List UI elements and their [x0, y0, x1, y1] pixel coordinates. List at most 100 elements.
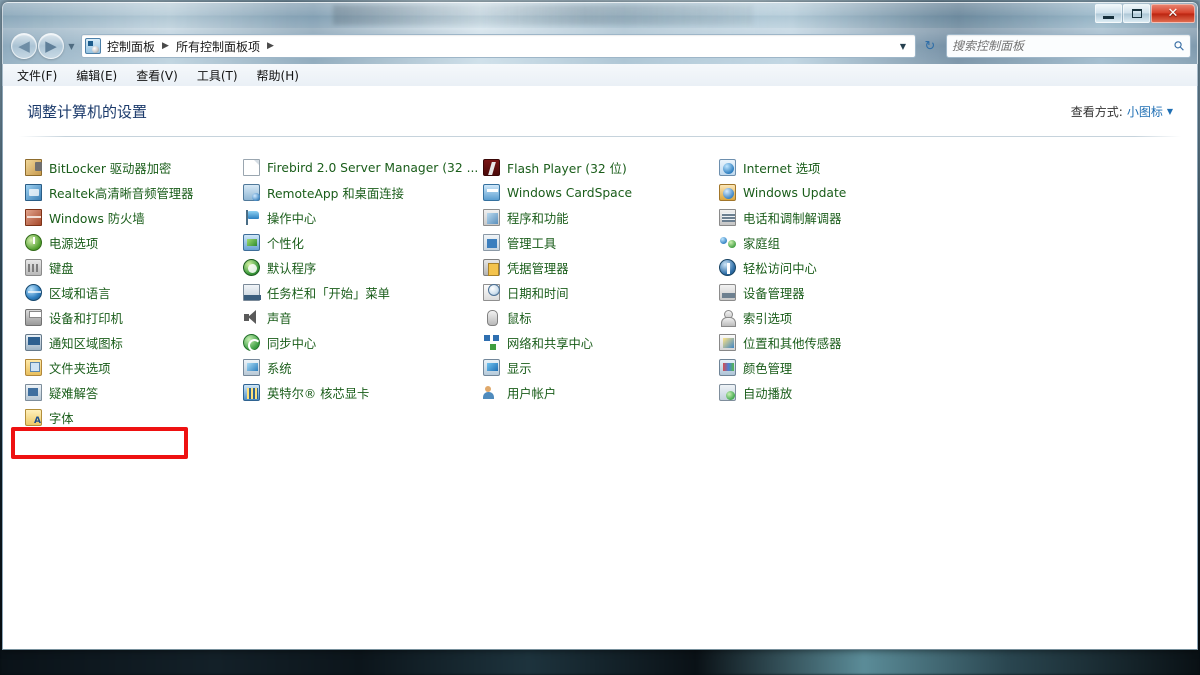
notify-icon [25, 334, 42, 351]
control-panel-item[interactable]: RemoteApp 和桌面连接 [243, 180, 483, 205]
recent-pages-button[interactable]: ▼ [65, 42, 78, 51]
menu-file[interactable]: 文件(F) [17, 65, 66, 86]
maximize-icon [1131, 9, 1142, 18]
menu-bar: 文件(F) 编辑(E) 查看(V) 工具(T) 帮助(H) [2, 64, 1198, 86]
homegroup-icon [719, 234, 736, 251]
search-input[interactable] [952, 39, 1176, 53]
view-by-label: 查看方式: [1070, 104, 1123, 119]
control-panel-item[interactable]: 默认程序 [243, 255, 483, 280]
control-panel-item-label: 网络和共享中心 [507, 336, 594, 351]
breadcrumb-item-all-items[interactable]: 所有控制面板项 [174, 38, 262, 55]
maximize-button[interactable] [1123, 4, 1150, 23]
intel-icon [243, 384, 260, 401]
control-panel-item-label: BitLocker 驱动器加密 [49, 161, 172, 176]
control-panel-item[interactable]: 设备和打印机 [25, 305, 243, 330]
control-panel-item[interactable]: 用户帐户 [483, 380, 719, 405]
control-panel-item[interactable]: 家庭组 [719, 230, 959, 255]
view-by-value[interactable]: 小图标 [1127, 103, 1163, 120]
control-panel-item-label: 键盘 [49, 261, 74, 276]
forward-button[interactable]: ▶ [38, 33, 64, 59]
index-icon [719, 309, 736, 327]
control-panel-item[interactable]: 日期和时间 [483, 280, 719, 305]
control-panel-item[interactable]: BitLocker 驱动器加密 [25, 155, 243, 180]
address-dropdown-icon[interactable]: ▼ [895, 42, 911, 51]
control-panel-item[interactable]: Windows Update [719, 180, 959, 205]
menu-tools[interactable]: 工具(T) [197, 65, 247, 86]
winupdate-icon [719, 184, 736, 201]
control-panel-item-label: Internet 选项 [743, 161, 821, 176]
menu-edit[interactable]: 编辑(E) [76, 65, 126, 86]
control-panel-item[interactable]: 凭据管理器 [483, 255, 719, 280]
control-panel-item[interactable]: 管理工具 [483, 230, 719, 255]
control-panel-item[interactable]: 系统 [243, 355, 483, 380]
control-panel-item[interactable]: Flash Player (32 位) [483, 155, 719, 180]
control-panel-item[interactable]: 位置和其他传感器 [719, 330, 959, 355]
control-panel-item[interactable]: 程序和功能 [483, 205, 719, 230]
control-panel-item[interactable]: 键盘 [25, 255, 243, 280]
breadcrumb-item-control-panel[interactable]: 控制面板 [105, 38, 157, 55]
control-panel-item[interactable]: 设备管理器 [719, 280, 959, 305]
breadcrumb-separator[interactable]: ▶ [157, 41, 174, 51]
control-panel-item[interactable]: 电话和调制解调器 [719, 205, 959, 230]
back-button[interactable]: ◀ [11, 33, 37, 59]
control-panel-item-label: 字体 [49, 411, 74, 426]
doc-icon [243, 159, 260, 176]
control-panel-item-label: 疑难解答 [49, 386, 99, 401]
refresh-button[interactable]: ↻ [919, 34, 941, 58]
control-panel-item-label: Windows 防火墙 [49, 211, 145, 226]
control-panel-item[interactable]: 字体 [25, 405, 243, 430]
back-arrow-icon: ◀ [18, 36, 30, 55]
control-panel-item[interactable]: 电源选项 [25, 230, 243, 255]
ease-icon [719, 259, 736, 276]
control-panel-item-label: 文件夹选项 [49, 361, 111, 376]
window-controls: ✕ [1095, 4, 1195, 23]
control-panel-icon [85, 38, 101, 54]
control-panel-item[interactable]: 索引选项 [719, 305, 959, 330]
control-panel-item[interactable]: Windows 防火墙 [25, 205, 243, 230]
personal-icon [243, 234, 260, 251]
control-panel-item[interactable]: 轻松访问中心 [719, 255, 959, 280]
control-panel-item[interactable]: Realtek高清晰音频管理器 [25, 180, 243, 205]
control-panel-item[interactable]: 颜色管理 [719, 355, 959, 380]
minimize-button[interactable] [1095, 4, 1122, 23]
control-panel-window: ✕ ◀ ▶ ▼ 控制面板 ▶ 所有控制面板项 ▶ ▼ ↻ ⚲ 文件(F) 编辑(… [2, 2, 1198, 650]
breadcrumb-separator-trailing[interactable]: ▶ [262, 41, 279, 51]
color-icon [719, 359, 736, 376]
control-panel-item[interactable]: 个性化 [243, 230, 483, 255]
view-by-control[interactable]: 查看方式: 小图标 ▼ [1071, 103, 1173, 120]
control-panel-item[interactable]: 同步中心 [243, 330, 483, 355]
control-panel-item[interactable]: 操作中心 [243, 205, 483, 230]
control-panel-item[interactable]: 自动播放 [719, 380, 959, 405]
datetime-icon [483, 284, 500, 301]
control-panel-item[interactable]: 显示 [483, 355, 719, 380]
control-panel-item[interactable]: Windows CardSpace [483, 180, 719, 205]
control-panel-item[interactable]: 英特尔® 核芯显卡 [243, 380, 483, 405]
location-icon [719, 334, 736, 351]
control-panel-item[interactable]: 通知区域图标 [25, 330, 243, 355]
chevron-down-icon[interactable]: ▼ [1167, 107, 1173, 116]
control-panel-item[interactable]: 疑难解答 [25, 380, 243, 405]
control-panel-item-label: 通知区域图标 [49, 336, 123, 351]
sound-icon [243, 309, 260, 326]
search-box[interactable]: ⚲ [946, 34, 1191, 58]
column-3: Flash Player (32 位) Windows CardSpace 程序和功… [483, 155, 719, 430]
window-titlebar[interactable]: ✕ [2, 2, 1198, 28]
control-panel-item[interactable]: 文件夹选项 [25, 355, 243, 380]
page-title: 调整计算机的设置 [27, 102, 148, 121]
bitlocker-icon [25, 159, 42, 176]
sync-icon [243, 334, 261, 352]
control-panel-item[interactable]: 鼠标 [483, 305, 719, 330]
menu-view[interactable]: 查看(V) [136, 65, 187, 86]
menu-help[interactable]: 帮助(H) [257, 65, 308, 86]
minimize-icon [1103, 15, 1114, 19]
control-panel-item[interactable]: Firebird 2.0 Server Manager (32 ... [243, 155, 483, 180]
address-bar[interactable]: 控制面板 ▶ 所有控制面板项 ▶ ▼ [81, 34, 916, 58]
control-panel-item[interactable]: 网络和共享中心 [483, 330, 719, 355]
control-panel-item[interactable]: Internet 选项 [719, 155, 959, 180]
control-panel-item[interactable]: 任务栏和「开始」菜单 [243, 280, 483, 305]
control-panel-item[interactable]: 区域和语言 [25, 280, 243, 305]
trouble-icon [25, 384, 42, 401]
system-icon [243, 359, 260, 376]
close-button[interactable]: ✕ [1151, 4, 1195, 23]
control-panel-item[interactable]: 声音 [243, 305, 483, 330]
